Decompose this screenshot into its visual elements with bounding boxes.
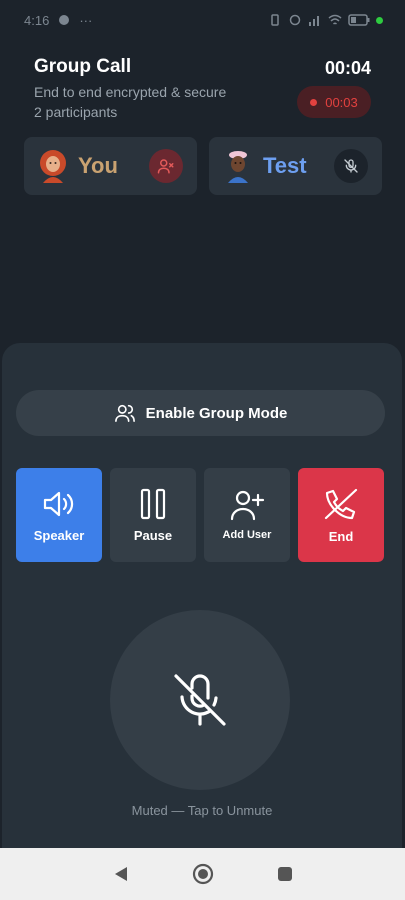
vibrate-icon <box>271 14 279 26</box>
participant-muted-badge <box>334 149 368 183</box>
speaker-button[interactable]: Speaker <box>16 468 102 562</box>
pause-label: Pause <box>133 527 173 543</box>
phone-off-icon <box>324 488 358 519</box>
speaker-label: Speaker <box>33 527 85 543</box>
end-call-button[interactable]: End <box>298 468 384 562</box>
participant-muted-badge <box>149 149 183 183</box>
battery-icon <box>348 14 370 26</box>
participant-name: You <box>78 153 118 178</box>
group-mode-label: Enable Group Mode <box>145 404 288 422</box>
status-bar-left: 4:16 ··· <box>24 13 92 28</box>
participant-card-test[interactable]: Test <box>209 137 382 195</box>
users-icon <box>114 404 135 422</box>
mic-off-icon <box>344 159 358 173</box>
mute-status-label: Muted — Tap to Unmute <box>131 803 273 818</box>
alarm-icon <box>289 14 301 26</box>
end-label: End <box>328 528 354 544</box>
call-title: Group Call <box>34 56 132 77</box>
status-more: ··· <box>79 12 93 28</box>
wifi-icon <box>328 14 342 25</box>
user-x-icon <box>157 159 174 174</box>
status-bar: 4:16 ··· <box>0 0 405 40</box>
call-controls-panel: Enable Group Mode Speaker Pause Add User… <box>2 343 402 848</box>
pause-button[interactable]: Pause <box>110 468 196 562</box>
recents-icon[interactable] <box>276 865 294 883</box>
recording-badge[interactable]: 00:03 <box>297 86 371 118</box>
participant-name: Test <box>263 153 307 178</box>
call-timer: 00:04 <box>324 58 371 78</box>
speaker-icon <box>43 491 74 516</box>
status-time: 4:16 <box>24 12 50 28</box>
privacy-indicator-icon <box>376 16 383 24</box>
recording-time: 00:03 <box>325 94 358 110</box>
participant-card-you[interactable]: You <box>24 137 197 195</box>
avatar <box>228 151 248 183</box>
mute-toggle-button[interactable] <box>110 610 290 790</box>
avatar <box>40 150 66 183</box>
notification-icon <box>59 15 70 25</box>
home-icon[interactable] <box>192 863 214 885</box>
recording-dot-icon <box>310 98 318 106</box>
navigation-bar <box>0 848 405 900</box>
user-plus-icon <box>230 490 265 521</box>
mic-off-icon <box>174 674 226 726</box>
back-icon[interactable] <box>112 865 130 883</box>
status-bar-right <box>268 14 383 26</box>
enable-group-mode-button[interactable]: Enable Group Mode <box>16 390 385 436</box>
add-user-button[interactable]: Add User <box>204 468 290 562</box>
signal-icon <box>309 16 319 26</box>
add-user-label: Add User <box>222 529 272 541</box>
pause-icon <box>140 488 166 519</box>
